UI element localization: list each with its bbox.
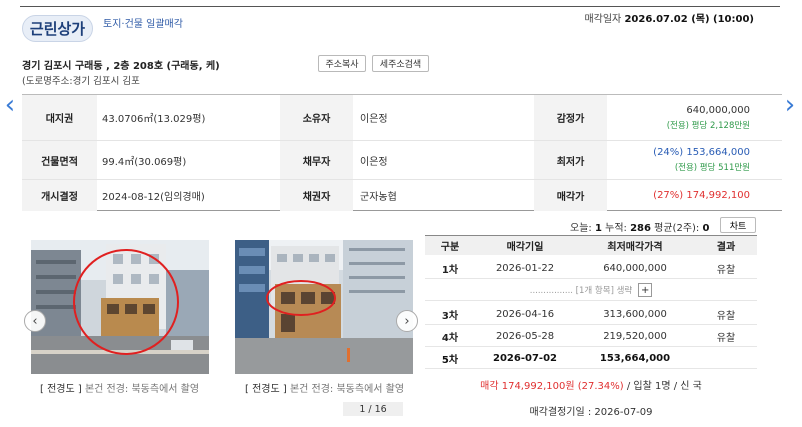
tax-address-search-button[interactable]: 세주소검색 [372,55,429,72]
row-result [695,348,757,368]
header-result: 결과 [716,242,736,253]
decision-date: 매각결정기일 : 2026-07-09 [529,407,653,418]
start-decision-label: 개시결정 [22,180,97,211]
total-count: 286 [630,223,651,234]
today-label: 오늘: [570,223,592,234]
view-stats: 오늘: 1 누적: 286 평균(2주): 0 [570,219,709,234]
building-area-label: 건물면적 [22,141,97,179]
owner-label: 소유자 [280,95,353,140]
sold-price-label: 매각가 [534,180,607,211]
creditor-label: 채권자 [280,180,353,211]
row-price: 219,520,000 [603,330,667,342]
photo-caption-1: [ 전경도 ] 본건 전경: 북동측에서 촬영 [40,380,199,395]
appraisal-amount: 640,000,000 [686,105,750,116]
category-badge: 근린상가 [22,15,93,42]
prev-item-icon[interactable]: ‹ [0,90,20,120]
photo-next-icon[interactable]: › [396,310,418,332]
photo-pager: 1 / 16 [343,402,403,416]
min-price-value: (24%) 153,664,000 (전용) 평당 511만원 [653,147,750,173]
start-decision-value: 2024-08-12(임의경매) [102,192,205,203]
property-info-grid: 대지권 43.0706㎡(13.029평) 소유자 이은정 감정가 640,00… [22,94,782,211]
collapsed-text: ................ [1개 항목] 생략 [529,286,633,296]
avg-label: 평균(2주): [654,223,700,234]
sold-summary: 매각 174,992,100원 (27.34%) / 입찰 1명 / 신 국 [425,377,757,392]
table-row: 3차 2026-04-16 313,600,000 유찰 [425,304,757,325]
row-date: 2026-05-28 [495,330,555,342]
land-label: 대지권 [22,95,97,140]
photo-caption-text: 본건 전경: 북동측에서 촬영 [286,384,405,395]
creditor-value: 군자농협 [360,192,397,203]
property-address: 경기 김포시 구래동 , 2층 208호 (구래동, 케) [22,61,220,72]
row-price: 640,000,000 [603,262,667,274]
table-row: 4차 2026-05-28 219,520,000 유찰 [425,326,757,347]
row-round: 3차 [441,310,459,322]
min-price-per-pyeong: (전용) 평당 511만원 [674,163,750,173]
photo-caption-text: 본건 전경: 북동측에서 촬영 [81,384,200,395]
total-label: 누적: [605,223,627,234]
row-result: 유찰 [716,310,736,322]
row-round: 1차 [441,264,459,276]
property-photo-2[interactable] [235,240,413,374]
land-value: 43.0706㎡(13.029평) [102,114,206,125]
avg-count: 0 [702,223,710,234]
building-area-value: 99.4㎡(30.069평) [102,156,187,168]
sold-bidders: / 입찰 1명 / 신 국 [623,381,702,392]
row-round: 4차 [441,332,459,344]
building-photo-illustration [235,240,413,374]
collapsed-rows: ................ [1개 항목] 생략 + [425,280,757,301]
row-result: 유찰 [716,264,736,276]
table-row: 1차 2026-01-22 640,000,000 유찰 [425,258,757,279]
building-photo-illustration [31,240,209,374]
sale-date-label: 매각일자 [584,14,622,25]
header-price: 최저매각가격 [607,242,663,253]
appraisal-label: 감정가 [534,95,607,140]
copy-address-button[interactable]: 주소복사 [318,55,366,72]
sold-amount: 매각 174,992,100원 (27.34%) [480,381,624,392]
road-address: (도로명주소:경기 김포시 김포 [22,76,140,87]
row-price: 313,600,000 [603,308,667,320]
today-count: 1 [594,223,602,234]
debtor-label: 채무자 [280,141,353,179]
next-item-icon[interactable]: › [780,90,800,120]
row-price: 153,664,000 [599,352,671,364]
row-date: 2026-01-22 [495,262,555,274]
row-result: 유찰 [716,332,736,344]
row-date: 2026-04-16 [495,308,555,320]
header-date: 매각기일 [506,242,544,253]
chart-button[interactable]: 차트 [720,217,756,233]
photo-prev-icon[interactable]: ‹ [24,310,46,332]
sold-price-value: (27%) 174,992,100 [653,190,750,201]
row-round: 5차 [441,354,459,366]
property-photo-1[interactable] [31,240,209,374]
debtor-value: 이은정 [360,156,388,168]
photo-caption-type: [ 전경도 ] [245,384,287,395]
min-price-amount: (24%) 153,664,000 [653,147,750,158]
sale-type: 토지·건물 일괄매각 [103,19,183,30]
table-header: 구분 매각기일 최저매각가격 결과 [425,235,757,255]
sale-date-value: 2026.07.02 (목) (10:00) [624,14,754,25]
photo-caption-2: [ 전경도 ] 본건 전경: 북동측에서 촬영 [245,380,404,395]
owner-value: 이은정 [360,114,388,125]
row-date: 2026-07-02 [493,352,557,364]
min-price-label: 최저가 [534,141,607,179]
header-round: 구분 [440,242,460,253]
photo-caption-type: [ 전경도 ] [40,384,82,395]
appraisal-value: 640,000,000 (전용) 평당 2,128만원 [667,105,750,131]
table-row: 5차 2026-07-02 153,664,000 [425,348,757,369]
appraisal-per-pyeong: (전용) 평당 2,128만원 [666,121,750,131]
expand-plus-icon[interactable]: + [638,283,653,297]
top-rule [20,6,780,7]
sale-date: 매각일자 2026.07.02 (목) (10:00) [584,10,754,25]
